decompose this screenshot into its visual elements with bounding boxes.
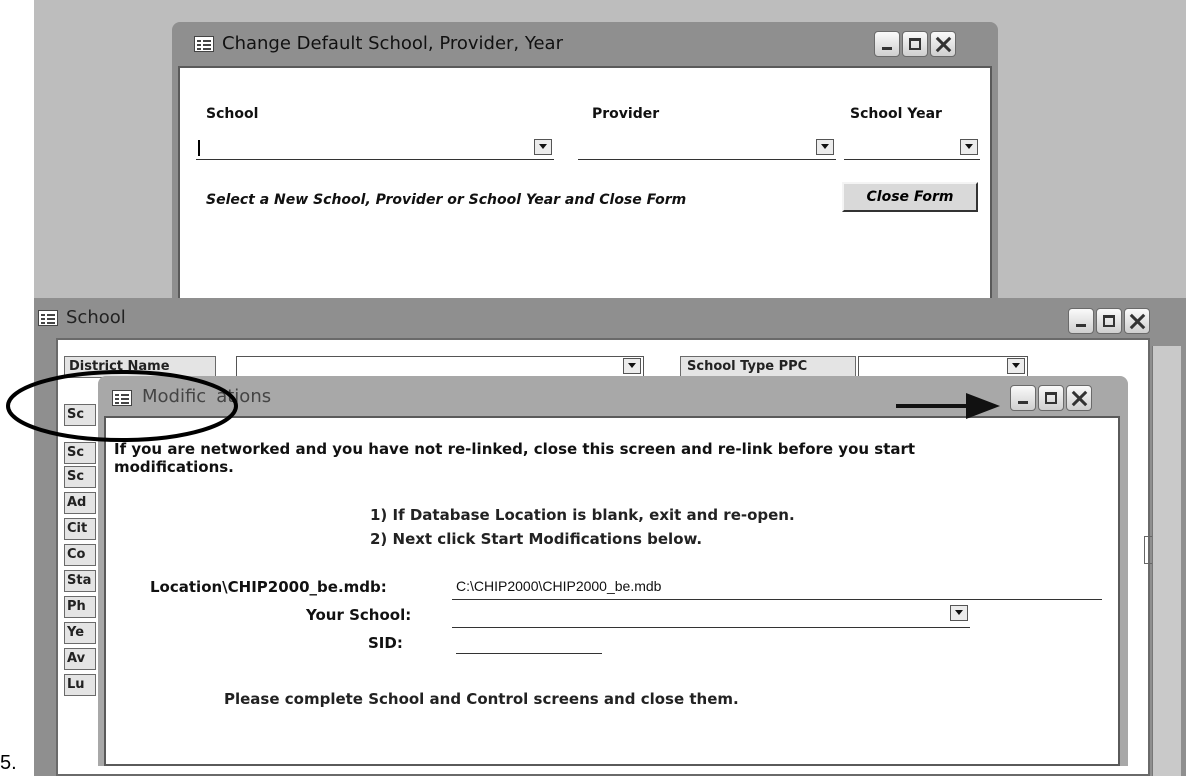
sid-field[interactable] — [456, 632, 602, 654]
close-form-button[interactable]: Close Form — [842, 182, 978, 212]
modifications-window: Modific ations If you are networked and y… — [98, 376, 1128, 766]
text-cursor — [198, 140, 200, 156]
side-button-10[interactable]: Av — [64, 648, 96, 670]
side-button-11[interactable]: Lu — [64, 674, 96, 696]
provider-combo[interactable] — [578, 138, 836, 160]
location-label: Location\CHIP2000_be.mdb: — [150, 578, 387, 596]
side-button-6[interactable]: Co — [64, 544, 96, 566]
district-dropdown-icon[interactable] — [623, 358, 641, 374]
side-button-3[interactable]: Sc — [64, 466, 96, 488]
school-scrollbar[interactable] — [1152, 346, 1181, 776]
school-titlebar[interactable]: School — [34, 298, 1186, 336]
side-button-5[interactable]: Cit — [64, 518, 96, 540]
minimize-button[interactable] — [874, 31, 900, 57]
step-1-text: 1) If Database Location is blank, exit a… — [370, 506, 795, 524]
school-type-label: School Type PPC — [680, 356, 856, 378]
location-field[interactable]: C:\CHIP2000\CHIP2000_be.mdb — [452, 576, 1102, 600]
district-combo[interactable] — [236, 356, 644, 378]
right-field-edge — [1144, 536, 1152, 564]
school-year-label: School Year — [850, 106, 942, 122]
step-label: 5. — [0, 752, 17, 774]
modifications-titlebar[interactable]: Modific ations — [98, 376, 1128, 414]
minimize-button[interactable] — [1068, 308, 1094, 334]
sid-label: SID: — [368, 634, 403, 652]
close-button[interactable] — [1066, 385, 1092, 411]
side-button-2[interactable]: Sc — [64, 442, 96, 464]
maximize-button[interactable] — [1096, 308, 1122, 334]
location-value: C:\CHIP2000\CHIP2000_be.mdb — [456, 578, 662, 594]
your-school-label: Your School: — [306, 606, 412, 624]
change-default-window: Change Default School, Provider, Year Sc… — [172, 22, 998, 312]
instruction-text: Select a New School, Provider or School … — [206, 192, 687, 208]
warning-text: If you are networked and you have not re… — [114, 440, 916, 476]
modifications-client: If you are networked and you have not re… — [104, 416, 1120, 766]
side-button-8[interactable]: Ph — [64, 596, 96, 618]
district-name-label: District Name — [64, 356, 216, 378]
step-2-text: 2) Next click Start Modifications below. — [370, 530, 703, 548]
modifications-title-visible: Modific — [142, 386, 207, 407]
close-button[interactable] — [1124, 308, 1150, 334]
school-year-combo[interactable] — [844, 138, 980, 160]
your-school-dropdown-icon[interactable] — [950, 605, 968, 621]
side-button-7[interactable]: Sta — [64, 570, 96, 592]
school-dropdown-icon[interactable] — [534, 139, 552, 155]
form-icon — [194, 36, 214, 52]
form-icon — [38, 310, 58, 326]
school-year-dropdown-icon[interactable] — [960, 139, 978, 155]
provider-dropdown-icon[interactable] — [816, 139, 834, 155]
footer-text: Please complete School and Control scree… — [224, 690, 739, 708]
modifications-title: Modific ations — [142, 386, 271, 407]
provider-label: Provider — [592, 106, 660, 122]
your-school-combo[interactable] — [452, 604, 970, 628]
maximize-button[interactable] — [902, 31, 928, 57]
change-default-client: School Provider School Year Select a New… — [178, 66, 992, 308]
minimize-button[interactable] — [1010, 385, 1036, 411]
school-label: School — [206, 106, 259, 122]
school-type-dropdown-icon[interactable] — [1007, 358, 1025, 374]
change-default-titlebar[interactable]: Change Default School, Provider, Year — [172, 22, 998, 60]
close-button[interactable] — [930, 31, 956, 57]
school-type-combo[interactable] — [858, 356, 1028, 378]
school-title: School — [66, 307, 126, 328]
side-button-9[interactable]: Ye — [64, 622, 96, 644]
maximize-button[interactable] — [1038, 385, 1064, 411]
modifications-title-rest: ations — [216, 386, 272, 407]
change-default-title: Change Default School, Provider, Year — [222, 33, 563, 54]
side-button-1[interactable]: Sc — [64, 404, 96, 426]
side-button-4[interactable]: Ad — [64, 492, 96, 514]
school-combo[interactable] — [196, 138, 554, 160]
form-icon — [112, 390, 132, 406]
